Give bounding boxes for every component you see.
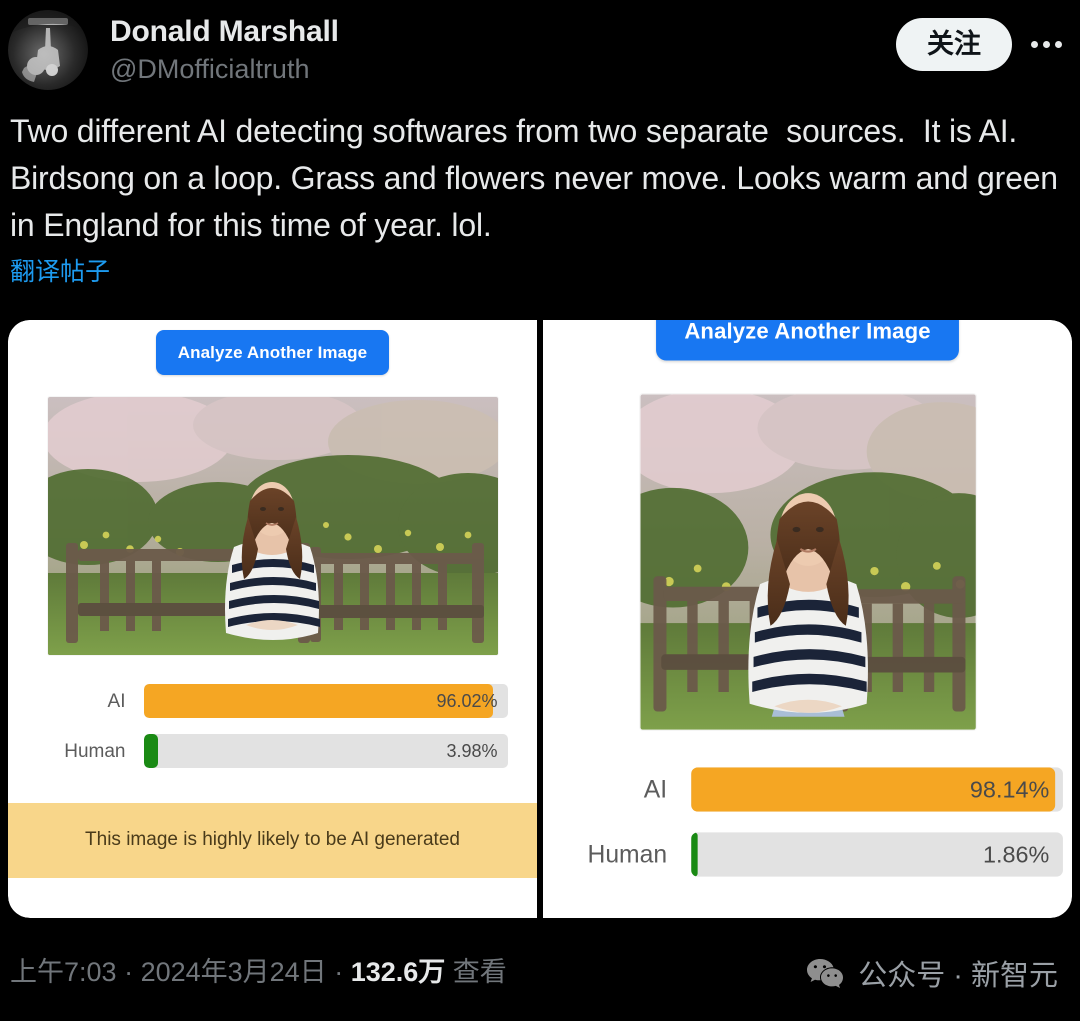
watermark: 公众号 · 新智元 bbox=[806, 952, 1058, 994]
result-row-label: Human bbox=[64, 740, 126, 762]
tweet-card: Donald Marshall @DMofficialtruth 关注 Two … bbox=[0, 0, 1080, 1021]
result-row: AI 98.14% bbox=[553, 764, 1063, 816]
result-bar-fill bbox=[690, 832, 698, 877]
result-row: AI 96.02% bbox=[38, 681, 508, 721]
translate-post-link[interactable]: 翻译帖子 bbox=[0, 249, 110, 287]
more-options-icon[interactable] bbox=[1026, 25, 1066, 65]
result-row-label: Human bbox=[587, 840, 668, 869]
dot bbox=[1054, 41, 1062, 48]
avatar[interactable] bbox=[8, 10, 88, 90]
result-bar-value: 98.14% bbox=[969, 776, 1050, 803]
result-bar-value: 96.02% bbox=[436, 691, 498, 711]
result-row: Human 1.86% bbox=[553, 829, 1063, 881]
result-bar-track: 3.98% bbox=[143, 734, 508, 768]
meta-sep: · bbox=[326, 957, 351, 987]
watermark-text: 公众号 · 新智元 bbox=[858, 959, 1058, 992]
analyze-another-image-button[interactable]: Analyze Another Image bbox=[155, 330, 390, 375]
post-date: 2024年3月24日 bbox=[140, 957, 327, 987]
result-bar-track: 96.02% bbox=[143, 684, 508, 718]
follow-button[interactable]: 关注 bbox=[896, 18, 1012, 71]
media-item-right[interactable]: Analyze Another Image AI 98.14% Human 1.… bbox=[543, 320, 1072, 918]
result-rows-right: AI 98.14% Human 1.86% bbox=[553, 764, 1063, 894]
analyzed-photo-image bbox=[47, 397, 498, 655]
result-rows-left: AI 96.02% Human 3.98% bbox=[38, 681, 508, 781]
result-row-label: AI bbox=[643, 775, 668, 804]
wechat-icon bbox=[806, 957, 844, 989]
analyzed-photo bbox=[47, 397, 498, 655]
media-item-left[interactable]: Analyze Another Image AI 96.02% Human 3.… bbox=[8, 320, 537, 918]
detector-screenshot-left: Analyze Another Image AI 96.02% Human 3.… bbox=[8, 320, 537, 878]
dot bbox=[1030, 41, 1038, 48]
verdict-banner: This image is highly likely to be AI gen… bbox=[8, 803, 537, 878]
meta-sep: · bbox=[116, 957, 141, 987]
tweet-header: Donald Marshall @DMofficialtruth 关注 bbox=[0, 0, 1080, 100]
result-row: Human 3.98% bbox=[38, 731, 508, 771]
author-names: Donald Marshall @DMofficialtruth bbox=[110, 8, 896, 87]
dot bbox=[1042, 41, 1050, 48]
analyze-another-image-button[interactable]: Analyze Another Image bbox=[655, 320, 960, 361]
result-bar-track: 98.14% bbox=[690, 767, 1063, 812]
avatar-image bbox=[8, 10, 88, 90]
views-count: 132.6万 bbox=[350, 957, 446, 987]
media-grid: Analyze Another Image AI 96.02% Human 3.… bbox=[8, 320, 1072, 918]
tweet-footer: 上午7:03 · 2024年3月24日 · 132.6万 查看 公众号 · 新智… bbox=[0, 924, 1080, 1021]
tweet-text: Two different AI detecting softwares fro… bbox=[10, 113, 1067, 243]
views-label: 查看 bbox=[452, 957, 507, 987]
result-bar-value: 1.86% bbox=[982, 841, 1050, 868]
detector-screenshot-right: Analyze Another Image AI 98.14% Human 1.… bbox=[543, 320, 1072, 918]
result-bar-track: 1.86% bbox=[690, 832, 1063, 877]
result-bar-value: 3.98% bbox=[446, 741, 498, 761]
post-meta: 上午7:03 · 2024年3月24日 · 132.6万 查看 bbox=[10, 959, 507, 986]
result-bar-fill bbox=[143, 734, 158, 768]
post-time: 上午7:03 bbox=[10, 957, 117, 987]
handle: @DMofficialtruth bbox=[110, 54, 310, 85]
analyzed-photo-image bbox=[639, 394, 976, 730]
header-actions: 关注 bbox=[896, 8, 1066, 71]
display-name: Donald Marshall bbox=[110, 15, 339, 48]
analyzed-photo bbox=[639, 394, 976, 730]
result-row-label: AI bbox=[107, 690, 126, 712]
